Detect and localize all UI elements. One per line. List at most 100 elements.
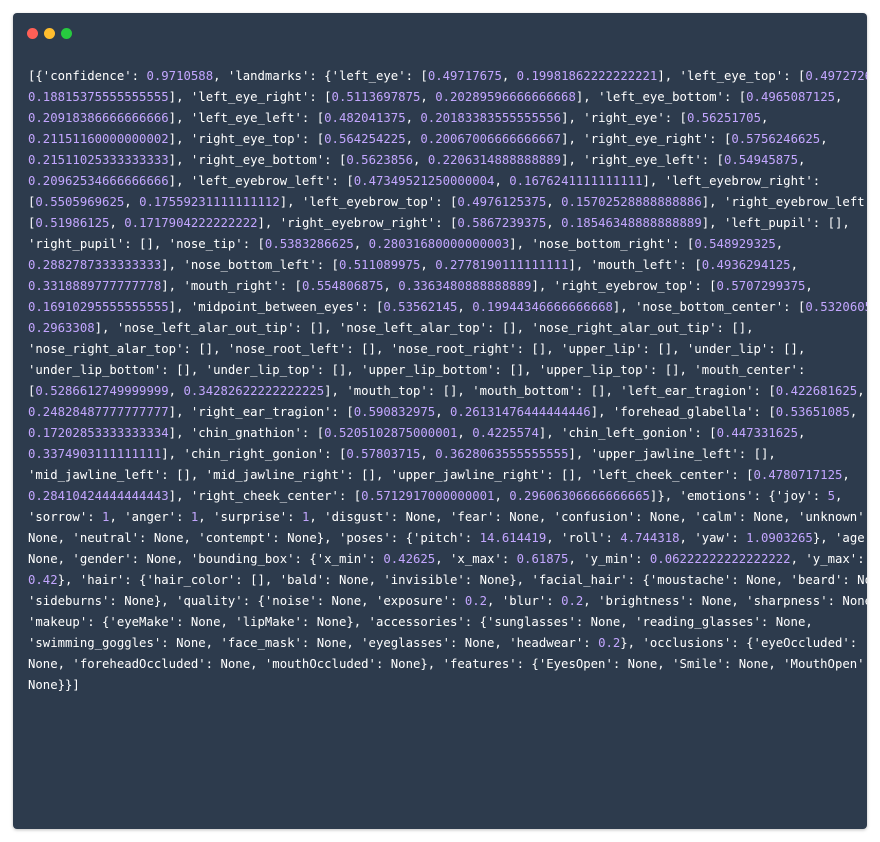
code-text-token: , — [775, 237, 784, 251]
code-number-token: 0.53562145 — [383, 300, 458, 314]
code-text-token: ], 'right_eyebrow_right': [ — [257, 216, 458, 230]
code-number-token: 5 — [827, 489, 836, 503]
code-text-token: , — [835, 90, 843, 104]
code-text-token: , 'disgust': None, 'fear': None, 'confus… — [309, 510, 867, 524]
code-number-token: 0.2 — [561, 594, 584, 608]
code-text-token: }, 'hair': {'hair_color': [], 'bald': No… — [57, 573, 867, 587]
code-text-token: 'right_pupil': [], 'nose_tip': [ — [28, 237, 265, 251]
code-text-token: , — [805, 279, 813, 293]
code-number-token: 0.2963308 — [28, 321, 95, 335]
code-text-token: , 'x_max': — [435, 552, 517, 566]
code-number-token: 0.511089975 — [338, 258, 421, 272]
code-text-token: ], 'mouth_top': [], 'mouth_bottom': [], … — [324, 384, 776, 398]
code-text-token: ], 'left_pupil': [], — [701, 216, 850, 230]
code-text-token: ], 'mouth_left': [ — [568, 258, 702, 272]
window-titlebar — [13, 13, 867, 53]
maximize-dot-icon[interactable] — [61, 28, 72, 39]
code-text-token: 'nose_right_alar_top': [], 'nose_root_le… — [28, 342, 806, 356]
code-text-token: ]}, 'emotions': {'joy': — [649, 489, 828, 503]
code-text-token: None}}] — [28, 678, 80, 692]
code-number-token: 0.590832975 — [353, 405, 436, 419]
code-number-token: 0.5286612749999999 — [35, 384, 169, 398]
code-text-token: , — [405, 132, 421, 146]
code-line: 0.21511025333333333], 'right_eye_bottom'… — [28, 150, 866, 171]
code-number-token: 0.5205102875000001 — [324, 426, 458, 440]
code-text-token: ], 'chin_right_gonion': [ — [161, 447, 347, 461]
code-line: 0.2882787333333333], 'nose_bottom_left':… — [28, 255, 866, 276]
code-number-token: 0.16910295555555555 — [28, 300, 169, 314]
code-text-token: , — [820, 132, 828, 146]
code-number-token: 0.497272625 — [805, 69, 867, 83]
code-number-token: 0.5623856 — [346, 153, 413, 167]
code-number-token: 0.61875 — [516, 552, 569, 566]
code-number-token: 0.3318889777777778 — [28, 279, 162, 293]
code-number-token: 0.2778190111111111 — [435, 258, 569, 272]
code-number-token: 0.53651085 — [775, 405, 850, 419]
code-number-token: 0.4225574 — [472, 426, 539, 440]
code-line: 0.17202853333333334], 'chin_gnathion': [… — [28, 423, 866, 444]
code-number-token: 0.9710588 — [146, 69, 214, 83]
code-text-token: , 'anger': — [109, 510, 191, 524]
code-text-token: 'makeup': {'eyeMake': None, 'lipMake': N… — [28, 615, 813, 629]
code-number-token: 0.53206055 — [805, 300, 867, 314]
code-number-token: 0.5383286625 — [264, 237, 354, 251]
code-number-token: 0.1717904222222222 — [124, 216, 258, 230]
code-text-token: , — [109, 216, 125, 230]
code-number-token: 1.0903265 — [746, 531, 813, 545]
code-text-token: ], 'right_eye_bottom': [ — [168, 153, 347, 167]
code-text-token: , — [849, 405, 858, 419]
code-number-token: 0.564254225 — [324, 132, 406, 146]
code-text-token: ], 'left_eyebrow_right': — [642, 174, 821, 188]
code-block: [{'confidence': 0.9710588, 'landmarks': … — [28, 66, 867, 696]
code-text-token: ], 'nose_left_alar_out_tip': [], 'nose_l… — [94, 321, 754, 335]
code-number-token: 0.28031680000000003 — [368, 237, 510, 251]
code-number-token: 0.54945875 — [723, 153, 798, 167]
close-dot-icon[interactable] — [27, 28, 38, 39]
code-number-token: 0.47349521250000004 — [353, 174, 495, 188]
code-line: 0.42}, 'hair': {'hair_color': [], 'bald'… — [28, 570, 867, 591]
code-text-token: , 'y_min': — [568, 552, 650, 566]
code-number-token: 0.447331625 — [716, 426, 798, 440]
code-number-token: 0.21151160000000002 — [28, 132, 169, 146]
code-number-token: 0.422681625 — [775, 384, 858, 398]
code-number-token: 0.4780717125 — [753, 468, 843, 482]
code-text-token: , — [790, 258, 798, 272]
code-number-token: 0.24828487777777777 — [28, 405, 169, 419]
code-text-token: ], 'right_ear_tragion': [ — [168, 405, 354, 419]
code-line: 'sorrow': 1, 'anger': 1, 'surprise': 1, … — [28, 507, 867, 528]
code-text-token: , — [546, 216, 562, 230]
code-text-token: 'mid_jawline_left': [], 'mid_jawline_rig… — [28, 468, 754, 482]
code-number-token: 0.20183383555555556 — [420, 111, 562, 125]
code-number-token: 0.548929325 — [694, 237, 776, 251]
code-number-token: 0.2206314888888889 — [427, 153, 562, 167]
code-text-token: , — [420, 90, 436, 104]
code-text-token: , — [435, 405, 451, 419]
code-text-token: , 'blur': — [487, 594, 562, 608]
code-text-token: , — [413, 153, 428, 167]
code-text-token: 'sorrow': — [28, 510, 103, 524]
code-number-token: 0.3363480888888889 — [398, 279, 532, 293]
code-line: 0.18815375555555555], 'left_eye_right': … — [28, 87, 866, 108]
code-text-token: ], 'left_eye_right': [ — [168, 90, 332, 104]
code-text-token: , — [857, 384, 865, 398]
code-text-token: }, 'age': — [812, 531, 867, 545]
code-text-token: , — [405, 111, 421, 125]
code-number-token: 0.34282622222222225 — [183, 384, 325, 398]
code-text-token: , 'yaw': — [679, 531, 747, 545]
code-text-token: 'swimming_goggles': None, 'face_mask': N… — [28, 636, 599, 650]
code-text-token: , 'y_max': — [790, 552, 865, 566]
code-line: 'mid_jawline_left': [], 'mid_jawline_rig… — [28, 465, 866, 486]
minimize-dot-icon[interactable] — [44, 28, 55, 39]
code-text-token: , — [383, 279, 399, 293]
code-line: None}}] — [28, 675, 866, 696]
code-text-token: ], 'right_eye_right': [ — [561, 132, 732, 146]
code-text-token: , 'roll': — [546, 531, 621, 545]
code-number-token: 0.18546348888888889 — [561, 216, 702, 230]
code-text-token: ], 'right_eye': [ — [561, 111, 687, 125]
code-line: 'swimming_goggles': None, 'face_mask': N… — [28, 633, 866, 654]
code-text-token: , — [420, 258, 436, 272]
code-text-token: , — [494, 489, 510, 503]
code-text-token: 'sideburns': None}, 'quality': {'noise':… — [28, 594, 465, 608]
code-number-token: 0.5113697875 — [331, 90, 421, 104]
code-number-token: 0.4936294125 — [701, 258, 791, 272]
